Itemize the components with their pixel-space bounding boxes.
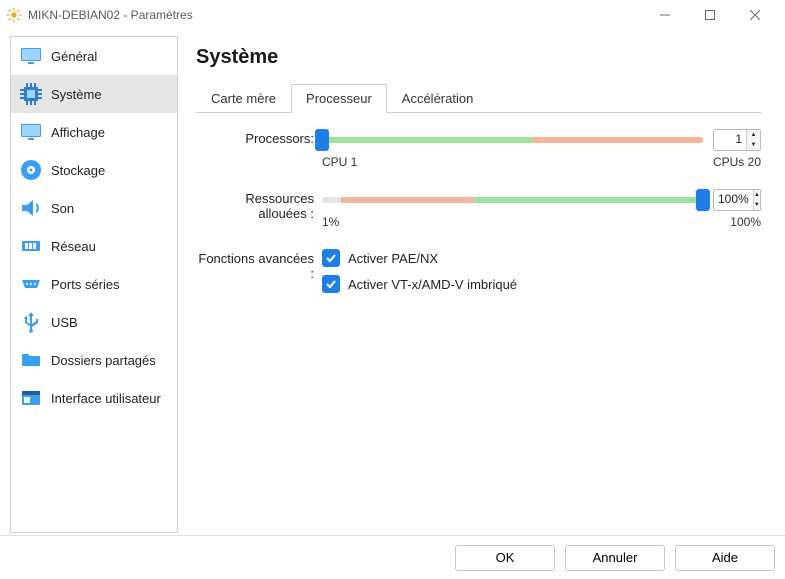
checkbox-label-vtx: Activer VT-x/AMD-V imbriqué bbox=[348, 277, 517, 292]
sidebar-item-network[interactable]: Réseau bbox=[11, 227, 177, 265]
processors-spinner[interactable]: 1 ▲ ▼ bbox=[713, 129, 761, 151]
processors-row: Processors: 1 ▲ ▼ bbox=[196, 129, 761, 169]
processors-value: 1 bbox=[714, 130, 746, 150]
window-icon bbox=[19, 386, 43, 410]
sidebar-item-label: Ports séries bbox=[51, 277, 120, 292]
sidebar-item-serial[interactable]: Ports séries bbox=[11, 265, 177, 303]
resources-spinner-down[interactable]: ▼ bbox=[754, 200, 760, 210]
tab-accel[interactable]: Accélération bbox=[387, 84, 489, 113]
tabs: Carte mèreProcesseurAccélération bbox=[196, 83, 761, 113]
resources-slider[interactable] bbox=[322, 189, 703, 211]
processors-spinner-down[interactable]: ▼ bbox=[747, 140, 760, 150]
resources-min-label: 1% bbox=[322, 215, 339, 229]
ok-button[interactable]: OK bbox=[455, 545, 555, 571]
checkbox-vtx[interactable] bbox=[322, 275, 340, 293]
folder-icon bbox=[19, 348, 43, 372]
sidebar-item-label: Affichage bbox=[51, 125, 105, 140]
window-title: MIKN-DEBIAN02 - Paramètres bbox=[28, 8, 642, 22]
usb-icon bbox=[19, 310, 43, 334]
chip-icon bbox=[19, 82, 43, 106]
resources-row: Ressources allouées : 100% ▲ ▼ bbox=[196, 189, 761, 229]
sidebar-item-label: Interface utilisateur bbox=[51, 391, 161, 406]
sidebar-item-storage[interactable]: Stockage bbox=[11, 151, 177, 189]
monitor-icon bbox=[19, 120, 43, 144]
sidebar-item-label: Réseau bbox=[51, 239, 96, 254]
window-close-button[interactable] bbox=[732, 1, 777, 29]
checkbox-label-pae: Activer PAE/NX bbox=[348, 251, 438, 266]
sidebar-item-display[interactable]: Affichage bbox=[11, 113, 177, 151]
titlebar: MIKN-DEBIAN02 - Paramètres bbox=[0, 0, 785, 30]
sidebar-item-system[interactable]: Système bbox=[11, 75, 177, 113]
help-button[interactable]: Aide bbox=[675, 545, 775, 571]
sidebar-item-audio[interactable]: Son bbox=[11, 189, 177, 227]
sidebar-item-label: Stockage bbox=[51, 163, 105, 178]
speaker-icon bbox=[19, 196, 43, 220]
dialog-footer: OK Annuler Aide bbox=[0, 535, 785, 579]
sidebar-item-general[interactable]: Général bbox=[11, 37, 177, 75]
resources-value: 100% bbox=[714, 190, 753, 210]
processors-slider[interactable] bbox=[322, 129, 703, 151]
resources-spinner-up[interactable]: ▲ bbox=[754, 190, 760, 200]
sidebar-item-label: Général bbox=[51, 49, 97, 64]
resources-slider-thumb[interactable] bbox=[696, 189, 710, 211]
advanced-label: Fonctions avancées : bbox=[196, 249, 322, 281]
checkbox-row-vtx: Activer VT-x/AMD-V imbriqué bbox=[322, 275, 761, 293]
serial-icon bbox=[19, 272, 43, 296]
tab-motherboard[interactable]: Carte mère bbox=[196, 84, 291, 113]
checkbox-row-pae: Activer PAE/NX bbox=[322, 249, 761, 267]
resources-label: Ressources allouées : bbox=[196, 189, 322, 221]
disk-icon bbox=[19, 158, 43, 182]
processors-max-label: CPUs 20 bbox=[713, 155, 761, 169]
processors-min-label: CPU 1 bbox=[322, 155, 357, 169]
resources-max-label: 100% bbox=[730, 215, 761, 229]
settings-main: Système Carte mèreProcesseurAccélération… bbox=[178, 36, 775, 533]
monitor-icon bbox=[19, 44, 43, 68]
window-minimize-button[interactable] bbox=[642, 1, 687, 29]
processors-label: Processors: bbox=[196, 129, 322, 146]
nic-icon bbox=[19, 234, 43, 258]
gear-icon bbox=[6, 7, 22, 23]
advanced-row: Fonctions avancées : Activer PAE/NX Activ… bbox=[196, 249, 761, 301]
tab-processor[interactable]: Processeur bbox=[291, 84, 387, 113]
window-maximize-button[interactable] bbox=[687, 1, 732, 29]
sidebar-item-label: Système bbox=[51, 87, 102, 102]
checkbox-pae[interactable] bbox=[322, 249, 340, 267]
sidebar-item-label: Dossiers partagés bbox=[51, 353, 156, 368]
settings-sidebar: Général Système Affichage Stockage Son Réseau… bbox=[10, 36, 178, 533]
sidebar-item-label: USB bbox=[51, 315, 78, 330]
cancel-button[interactable]: Annuler bbox=[565, 545, 665, 571]
sidebar-item-shared[interactable]: Dossiers partagés bbox=[11, 341, 177, 379]
processors-spinner-up[interactable]: ▲ bbox=[747, 130, 760, 140]
sidebar-item-label: Son bbox=[51, 201, 74, 216]
sidebar-item-ui[interactable]: Interface utilisateur bbox=[11, 379, 177, 417]
processors-slider-thumb[interactable] bbox=[315, 129, 329, 151]
resources-spinner[interactable]: 100% ▲ ▼ bbox=[713, 189, 761, 211]
page-title: Système bbox=[196, 46, 761, 69]
sidebar-item-usb[interactable]: USB bbox=[11, 303, 177, 341]
